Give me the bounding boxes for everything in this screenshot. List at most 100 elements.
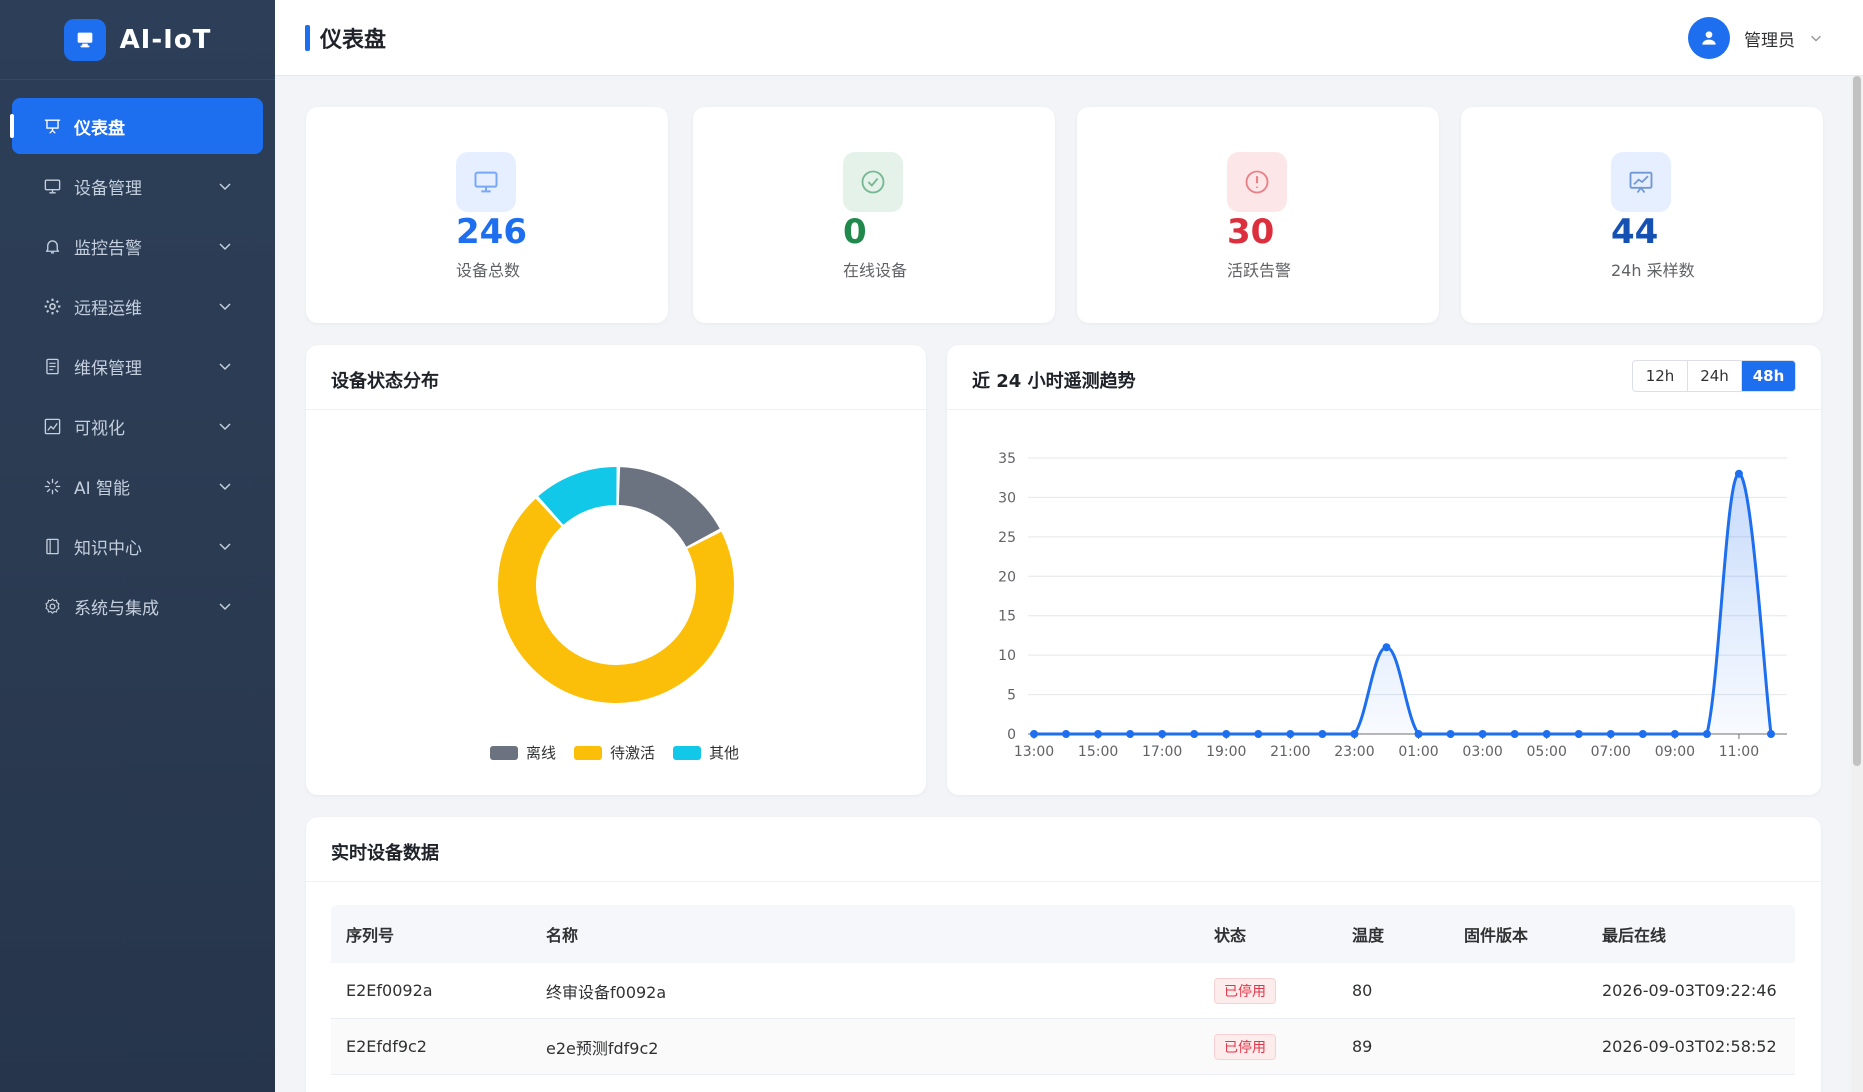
data-point[interactable] <box>1638 730 1647 738</box>
user-menu[interactable]: 管理员 <box>1688 17 1823 59</box>
data-point[interactable] <box>1350 730 1359 738</box>
chevron-down-icon[interactable] <box>217 478 233 494</box>
table-cell: 已停用 <box>1199 1033 1337 1060</box>
legend-item[interactable]: 待激活 <box>574 742 655 763</box>
panel-title: 设备状态分布 <box>331 371 439 392</box>
column-header: 最后在线 <box>1602 926 1667 945</box>
scrollbar-thumb[interactable] <box>1853 76 1861 766</box>
chevron-down-icon[interactable] <box>217 418 233 434</box>
sidebar-item-5[interactable]: 可视化 <box>12 398 263 454</box>
telemetry-trend-panel: 近 24 小时遥测趋势 12h 24h 48h 0 5 10 15 20 25 30 35 13:0… <box>947 345 1821 795</box>
sidebar-item-label: 设备管理 <box>74 178 142 199</box>
sidebar-item-1[interactable]: 设备管理 <box>12 158 263 214</box>
column-header: 名称 <box>546 926 579 945</box>
warning-circle-icon <box>1227 152 1287 212</box>
x-tick-label: 03:00 <box>1462 744 1502 760</box>
data-point[interactable] <box>1670 730 1679 738</box>
donut-slice-0[interactable] <box>618 467 720 547</box>
sidebar-item-4[interactable]: 维保管理 <box>12 338 263 394</box>
range-tab-12h[interactable]: 12h <box>1633 361 1687 391</box>
data-point[interactable] <box>1190 730 1199 738</box>
data-point[interactable] <box>1446 730 1455 738</box>
data-point[interactable] <box>1062 730 1071 738</box>
data-point[interactable] <box>1126 730 1135 738</box>
data-point[interactable] <box>1606 730 1615 738</box>
data-point[interactable] <box>1414 730 1423 738</box>
bell-icon <box>42 236 62 256</box>
legend-item[interactable]: 离线 <box>490 742 556 763</box>
sidebar-item-0[interactable]: 仪表盘 <box>10 98 263 154</box>
gear-icon <box>42 296 62 316</box>
table-cell: e2e预测fdf9c2 <box>546 1038 659 1058</box>
user-name[interactable]: 管理员 <box>1744 26 1795 51</box>
data-point[interactable] <box>1286 730 1295 738</box>
status-badge: 已停用 <box>1214 977 1276 1004</box>
data-point[interactable] <box>1318 730 1327 738</box>
legend-item[interactable]: 其他 <box>673 742 739 763</box>
data-point[interactable] <box>1542 730 1551 738</box>
data-point[interactable] <box>1030 730 1038 738</box>
chevron-down-icon[interactable] <box>217 598 233 614</box>
sidebar-item-6[interactable]: AI 智能 <box>12 458 263 514</box>
sidebar-item-7[interactable]: 知识中心 <box>12 518 263 574</box>
data-point[interactable] <box>1222 730 1231 738</box>
x-tick-label: 01:00 <box>1398 744 1438 760</box>
sidebar-menu: 仪表盘设备管理监控告警 远程运维维保管理可视化 AI 智能 知识中心 系统与集成 <box>0 80 275 634</box>
legend-label: 离线 <box>526 744 557 762</box>
chevron-down-icon[interactable] <box>217 358 233 374</box>
chevron-down-icon[interactable] <box>217 238 233 254</box>
x-tick-label: 07:00 <box>1591 744 1631 760</box>
chevron-down-icon[interactable] <box>217 178 233 194</box>
sidebar-item-label: 可视化 <box>74 418 125 439</box>
x-tick-label: 15:00 <box>1078 744 1118 760</box>
table-body: E2Ef0092a 终审设备f0092a 已停用 80 2026-09-03T09:22… <box>331 963 1795 1075</box>
range-tab-24h[interactable]: 24h <box>1687 361 1741 391</box>
legend-swatch <box>673 745 702 760</box>
scrollbar[interactable] <box>1851 76 1863 1092</box>
data-point[interactable] <box>1382 643 1391 652</box>
x-tick-label: 09:00 <box>1655 744 1695 760</box>
column-header: 温度 <box>1352 926 1385 945</box>
column-header: 固件版本 <box>1464 926 1529 945</box>
chevron-down-icon[interactable] <box>217 298 233 314</box>
avatar[interactable] <box>1688 17 1730 59</box>
data-point[interactable] <box>1478 730 1487 738</box>
table-header: 序列号 名称 状态 温度 固件版本 最后在线 <box>331 905 1795 963</box>
data-point[interactable] <box>1254 730 1263 738</box>
trend-board-icon <box>1611 152 1671 212</box>
table-cell: 已停用 <box>1199 977 1337 1004</box>
column-header: 状态 <box>1214 926 1247 945</box>
sidebar-item-8[interactable]: 系统与集成 <box>12 578 263 634</box>
x-tick-label: 19:00 <box>1206 744 1246 760</box>
data-point[interactable] <box>1094 730 1103 738</box>
user-icon <box>1702 31 1716 45</box>
loading-spark-icon <box>42 476 62 496</box>
table-cell: 2026-09-03T09:22:46 <box>1602 981 1777 1000</box>
table-row[interactable]: E2Efdf9c2 e2e预测fdf9c2 已停用 89 2026-09-03T02:5… <box>331 1019 1795 1075</box>
table-cell: E2Efdf9c2 <box>346 1037 427 1056</box>
sidebar-item-2[interactable]: 监控告警 <box>12 218 263 274</box>
data-point[interactable] <box>1574 730 1583 738</box>
image-chart-icon <box>42 416 62 436</box>
data-point[interactable] <box>1158 730 1167 738</box>
data-point[interactable] <box>1767 730 1775 738</box>
table-cell: 80 <box>1352 981 1373 1000</box>
table-row[interactable]: E2Ef0092a 终审设备f0092a 已停用 80 2026-09-03T09:22… <box>331 963 1795 1019</box>
data-point[interactable] <box>1510 730 1519 738</box>
y-tick-label: 30 <box>998 490 1016 506</box>
status-badge: 已停用 <box>1214 1033 1276 1060</box>
stat-card: 30 活跃告警 <box>1077 107 1439 323</box>
sidebar-item-3[interactable]: 远程运维 <box>12 278 263 334</box>
range-tab-48h[interactable]: 48h <box>1741 361 1795 391</box>
data-point[interactable] <box>1734 469 1743 478</box>
stat-label: 设备总数 <box>456 261 521 280</box>
stat-card: 246 设备总数 <box>306 107 668 323</box>
data-point[interactable] <box>1702 730 1711 738</box>
table-cell: 终审设备f0092a <box>546 982 667 1002</box>
brand-name: AI-IoT <box>119 24 212 55</box>
chevron-down-icon[interactable] <box>1809 31 1823 45</box>
realtime-data-panel: 实时设备数据 序列号 名称 状态 温度 固件版本 最后在线 E2Ef0092a 终审设备f0… <box>306 817 1821 1092</box>
sidebar-item-label: 维保管理 <box>74 358 142 379</box>
chevron-down-icon[interactable] <box>217 538 233 554</box>
x-tick-label: 21:00 <box>1270 744 1310 760</box>
